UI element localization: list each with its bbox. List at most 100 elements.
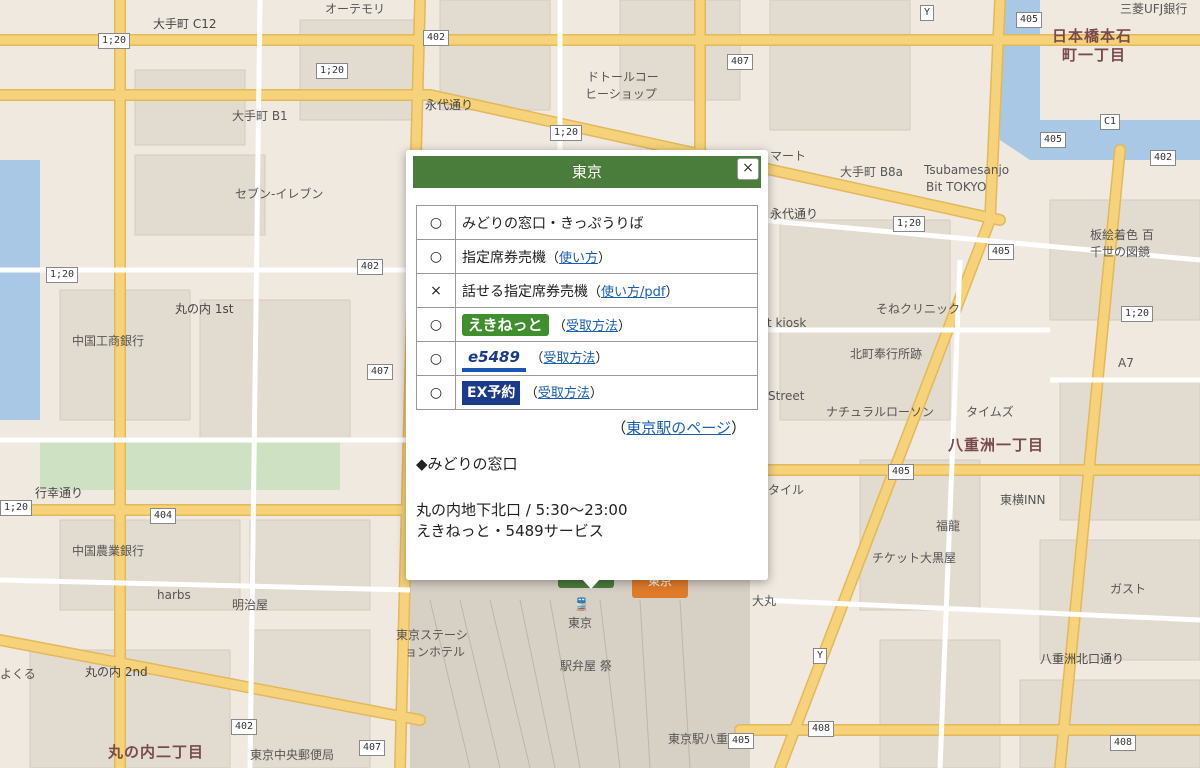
availability-mark: ○ xyxy=(416,239,456,274)
midori-window-heading: ◆みどりの窓口 xyxy=(416,455,518,473)
ticket-services-table: ○ みどりの窓口・きっぷうりば ○ 指定席券売機（使い方） × 話せる指定席券売… xyxy=(416,205,758,410)
availability-mark: ○ xyxy=(416,307,456,342)
route-shield: C1 xyxy=(1100,114,1121,130)
service-cell: 話せる指定席券売機（使い方/pdf） xyxy=(455,273,758,308)
map-label-post-office: 東京中央郵便局 xyxy=(250,748,335,762)
services-line: えきねっと・5489サービス xyxy=(416,522,604,540)
paren-open: （ xyxy=(546,250,560,266)
service-cell: えきねっと （受取方法） xyxy=(455,307,758,342)
paren-open: （ xyxy=(588,284,602,300)
map-label-kiosk: rt kiosk xyxy=(762,316,807,330)
table-row: ○ えきねっと （受取方法） xyxy=(416,307,758,342)
gyoko-park xyxy=(40,440,340,490)
service-label: 指定席券売機 xyxy=(462,249,546,266)
map-label-times: タイムズ xyxy=(966,405,1014,419)
map-label-gusto: ガスト xyxy=(1110,582,1147,596)
route-shield: Y xyxy=(813,648,828,664)
popup-tip xyxy=(581,578,601,589)
paren-close: ） xyxy=(595,350,609,366)
ex-reservation-logo: EX予約 xyxy=(462,380,521,405)
table-row: ○ みどりの窓口・きっぷうりば xyxy=(416,205,758,240)
availability-mark: ○ xyxy=(416,375,456,410)
map-label-ekibenya: 駅弁屋 祭 xyxy=(560,659,612,673)
route-shield: 402 xyxy=(231,719,258,735)
pickup-method-link[interactable]: 受取方法 xyxy=(543,351,595,366)
route-shield: 407 xyxy=(359,740,386,756)
station-page-link[interactable]: 東京駅のページ xyxy=(626,419,731,437)
map-label-sone-clinic: そねクリニック xyxy=(876,302,961,316)
popup-title: 東京 xyxy=(413,156,761,188)
table-row: ○ 指定席券売機（使い方） xyxy=(416,239,758,274)
table-row: ○ EX予約 （受取方法） xyxy=(416,375,758,410)
map-label-marunouchi-2chome: 丸の内二丁目 xyxy=(108,743,205,761)
map-label-doutor: ドトールコー xyxy=(587,70,659,84)
paren-open: （ xyxy=(553,318,567,334)
paren-close: ） xyxy=(589,385,603,401)
map-label-nihonbashi1: 日本橋本石 xyxy=(1052,27,1133,45)
route-shield: 405 xyxy=(988,244,1015,260)
map-label-harbs: harbs xyxy=(157,588,191,602)
route-shield: 402 xyxy=(357,259,384,275)
route-shield: 1;20 xyxy=(46,267,79,283)
map-label-marunouchi-2nd: 丸の内 2nd xyxy=(85,665,148,679)
pickup-method-link[interactable]: 受取方法 xyxy=(566,319,618,334)
route-shield: 405 xyxy=(888,464,915,480)
route-shield: Y xyxy=(920,5,935,21)
route-shield: 1;20 xyxy=(550,125,583,141)
map-label-meijiya: 明治屋 xyxy=(232,598,269,612)
paren-open: （ xyxy=(611,419,627,437)
map-label-marunouchi-1st: 丸の内 1st xyxy=(175,302,234,316)
map-label-ict-bank: 中国工商銀行 xyxy=(72,334,145,348)
paren-close: ） xyxy=(598,250,612,266)
route-shield: 404 xyxy=(150,508,177,524)
paren-close: ） xyxy=(618,318,632,334)
map-label-eitai-dori-right: 永代通り xyxy=(770,207,819,221)
close-button[interactable]: × xyxy=(737,158,759,180)
route-shield: 1;20 xyxy=(893,216,926,232)
service-cell: 指定席券売機（使い方） xyxy=(455,239,758,274)
availability-mark: ○ xyxy=(416,341,456,376)
map-label-tokyo-station: 東京 xyxy=(568,616,593,630)
station-info-popup: 東京 × ○ みどりの窓口・きっぷうりば ○ 指定席券売機（使い方） × 話せる… xyxy=(406,150,768,589)
route-shield: 407 xyxy=(367,364,394,380)
ekinet-logo: えきねっと xyxy=(462,313,549,336)
route-shield: 402 xyxy=(1150,150,1177,166)
paren-close: ） xyxy=(665,284,679,300)
route-shield: 405 xyxy=(1016,12,1043,28)
map-label-itajime2: 千世の図鏡 xyxy=(1090,245,1151,259)
availability-mark: ○ xyxy=(416,205,456,240)
availability-mark: × xyxy=(416,273,456,308)
map-label-otemachi-c12: 大手町 C12 xyxy=(153,17,217,31)
paren-open: （ xyxy=(524,385,538,401)
map-label-agri-bank: 中国農業銀行 xyxy=(72,544,145,558)
map-label-ticket-daikokuya: チケット大黒屋 xyxy=(872,551,957,565)
pickup-method-link[interactable]: 受取方法 xyxy=(538,386,590,401)
service-cell: EX予約 （受取方法） xyxy=(455,375,758,410)
usage-link[interactable]: 使い方 xyxy=(559,251,598,266)
map-label-kitamachi: 北町奉行所跡 xyxy=(850,347,923,361)
map-label-tsubamesanjo1: Tsubamesanjo xyxy=(924,163,1010,177)
map-label-mart: マート xyxy=(770,149,807,163)
map-label-otemori: オーテモリ xyxy=(325,2,386,16)
map-label-doutor2: ヒーショップ xyxy=(585,87,657,101)
map-label-itajime1: 板絵着色 百 xyxy=(1090,228,1154,242)
usage-pdf-link[interactable]: 使い方/pdf xyxy=(601,285,665,300)
map-label-otemachi-b8a: 大手町 B8a xyxy=(840,165,904,179)
map-label-yokuru: よくる xyxy=(0,667,36,681)
station-page-row: （東京駅のページ） xyxy=(611,417,746,438)
map-label-toyoko-inn: 東横INN xyxy=(1000,493,1046,507)
service-label: 話せる指定席券売機 xyxy=(462,283,588,300)
paren-open: （ xyxy=(530,350,544,366)
service-label: みどりの窓口・きっぷうりば xyxy=(455,205,758,240)
map-label-station-hotel1: 東京ステーシ xyxy=(396,628,468,642)
route-shield: 405 xyxy=(728,733,755,749)
paren-close: ） xyxy=(730,419,746,437)
train-station-icon: 🚆 xyxy=(574,597,589,611)
river-west xyxy=(0,160,40,420)
map-label-a7: A7 xyxy=(1118,356,1134,370)
service-cell: e5489 （受取方法） xyxy=(455,341,758,376)
route-shield: 1;20 xyxy=(1121,306,1154,322)
map-label-nihonbashi2: 町一丁目 xyxy=(1062,46,1127,64)
route-shield: 408 xyxy=(1110,735,1137,751)
map-label-natural-lawson: ナチュラルローソン xyxy=(826,405,935,419)
